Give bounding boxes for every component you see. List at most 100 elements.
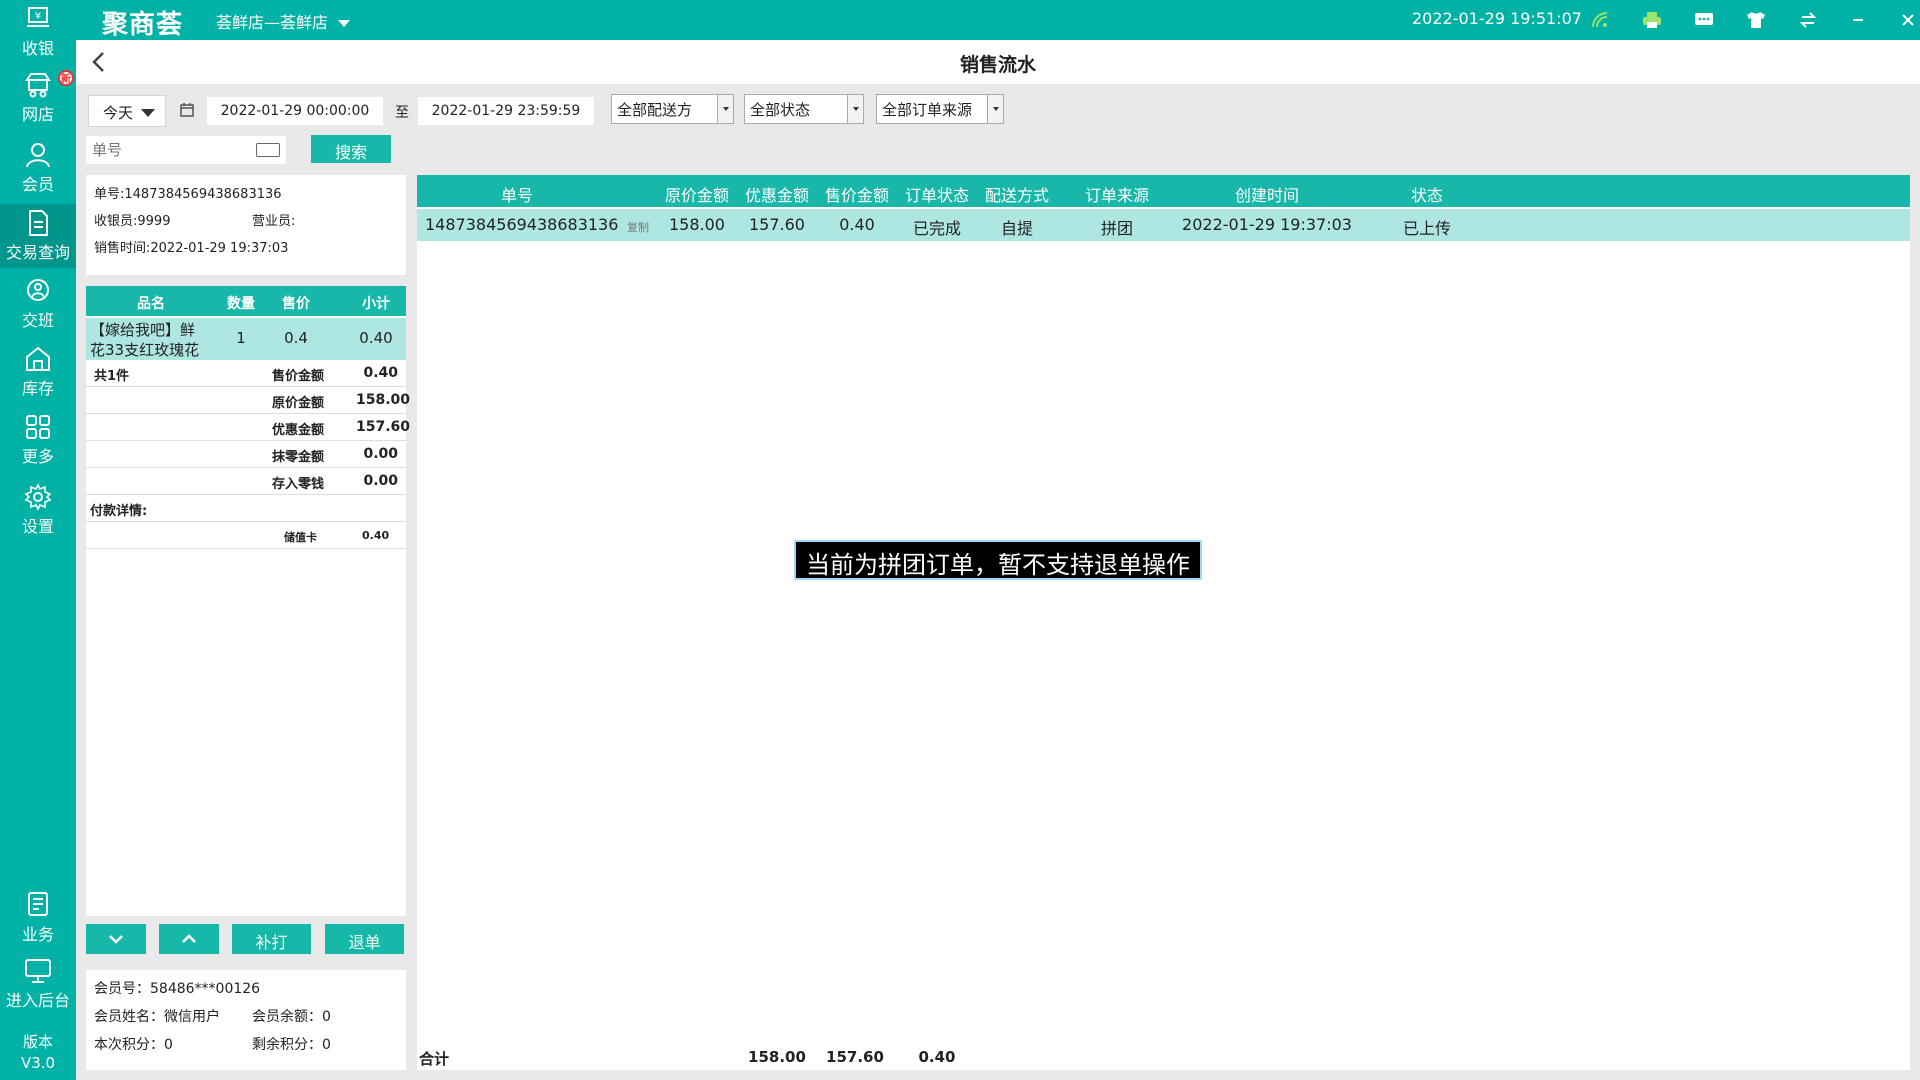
copy-link[interactable]: 复制 [623,219,653,235]
sidebar-item-transaction-query[interactable]: 交易查询 [0,204,76,268]
sidebar-item-label: 收银 [21,39,54,58]
toast-message: 当前为拼团订单，暂不支持退单操作 [794,540,1202,580]
store-selector[interactable]: 荟鲜店—荟鲜店 [216,9,351,33]
order-source-select[interactable]: 全部订单来源 [876,94,1004,124]
close-icon[interactable] [1896,8,1920,32]
skin-shirt-icon[interactable] [1744,8,1768,32]
shift-handover-icon [27,279,49,301]
delivery-method-value: 全部配送方 [617,101,693,119]
cell-order-no: 1487384569438683136 [425,215,619,234]
refund-button[interactable]: 退单 [325,924,404,954]
chevron-up-icon [182,934,196,943]
sidebar-item-label: 库存 [21,379,54,398]
payment-details-label: 付款详情: [90,504,148,519]
total-count: 共1件 [94,369,130,384]
payment-method: 储值卡 [284,531,317,544]
chevron-down-icon [338,20,351,27]
transaction-query-icon [29,210,48,236]
calendar-icon[interactable] [173,97,201,125]
summary-label: 原价金额 [272,396,325,411]
sidebar-item-member[interactable]: 会员 [0,136,76,200]
summary-row: 共1件 售价金额 0.40 [86,360,406,387]
member-name: 会员姓名：微信用户 [94,1009,220,1025]
sidebar-item-label: 更多 [21,447,54,466]
version-label: 版本 [22,1033,53,1051]
col-order-status: 订单状态 [904,186,969,205]
summary-value: 0.40 [363,365,398,381]
footer-discount: 157.60 [826,1048,884,1066]
sidebar-item-label: 进入后台 [5,991,70,1010]
page-up-button[interactable] [159,924,219,954]
backend-monitor-icon [25,959,51,983]
sales-table: 单号 原价金额 优惠金额 售价金额 订单状态 配送方式 订单来源 创建时间 状态… [417,175,1910,1070]
col-discount: 优惠金额 [744,186,809,205]
dropdown-arrow-icon [847,95,863,123]
order-info-panel: 单号:1487384569438683136 收银员:9999 营业员: 销售时… [86,175,406,275]
table-row[interactable]: 1487384569438683136 复制 158.00 157.60 0.4… [417,209,1910,241]
cell-created: 2022-01-29 19:37:03 [1182,215,1352,234]
member-icon [26,143,50,168]
sidebar-item-backend[interactable]: 进入后台 [0,952,76,1016]
message-icon[interactable] [1692,8,1716,32]
order-status-select[interactable]: 全部状态 [744,94,864,124]
sidebar-item-settings[interactable]: 设置 [0,478,76,542]
sidebar-item-label: 网店 [21,105,54,124]
reprint-button[interactable]: 补打 [232,924,311,954]
header-price: 售价 [282,296,310,312]
dropdown-arrow-icon [987,95,1003,123]
end-datetime-field[interactable]: 2022-01-29 23:59:59 [418,97,594,125]
points-this-time: 本次积分：0 [94,1037,173,1053]
summary-value: 157.60 [356,419,411,435]
detail-header: 品名 数量 售价 小计 [86,286,406,316]
table-footer: 合计 158.00 157.60 0.40 [417,1047,1910,1069]
points-remaining: 剩余积分：0 [252,1037,331,1053]
header-subtotal: 小计 [362,296,390,312]
payment-amount: 0.40 [362,529,390,542]
sidebar-item-more[interactable]: 更多 [0,408,76,472]
order-detail-panel: 品名 数量 售价 小计 【嫁给我吧】鲜 花33支红玫瑰花 1 0.4 0.40 … [86,286,411,916]
member-balance: 会员余额：0 [252,1009,331,1025]
search-button[interactable]: 搜索 [311,135,391,163]
summary-value: 158.00 [356,392,411,408]
inventory-icon [26,346,50,371]
cell-original: 158.00 [669,215,725,234]
cell-status: 已上传 [1402,219,1451,238]
summary-row: 优惠金额 157.60 [86,414,411,441]
printer-icon[interactable] [1640,8,1664,32]
summary-value: 0.00 [363,473,398,489]
sidebar-item-shift[interactable]: 交班 [0,272,76,336]
sidebar-item-label: 会员 [21,175,54,194]
start-datetime-field[interactable]: 2022-01-29 00:00:00 [207,97,383,125]
order-search-input[interactable] [92,136,252,164]
sidebar-item-cashier[interactable]: ¥ 收银 [0,0,76,64]
delivery-method-select[interactable]: 全部配送方 [611,94,734,124]
payment-label-row: 付款详情: [86,495,406,522]
minimize-icon[interactable] [1846,8,1870,32]
item-price: 0.4 [284,329,308,347]
footer-original: 158.00 [748,1048,806,1066]
network-signal-icon[interactable] [1588,8,1612,32]
order-number: 单号:1487384569438683136 [94,187,282,202]
switch-arrows-icon[interactable] [1796,8,1820,32]
footer-label: 合计 [419,1050,450,1068]
order-search-box [86,136,286,164]
dropdown-arrow-icon [717,95,733,123]
order-status-value: 全部状态 [750,101,811,119]
item-name-line2: 花33支红玫瑰花 [90,341,200,359]
date-preset-value: 今天 [103,104,134,122]
keyboard-icon[interactable] [256,143,280,157]
page-down-button[interactable] [86,924,146,954]
title-bar: 销售流水 [76,40,1920,84]
clerk: 营业员: [252,214,296,229]
sidebar-item-business[interactable]: 业务 [0,886,76,950]
detail-item-row[interactable]: 【嫁给我吧】鲜 花33支红玫瑰花 1 0.4 0.40 [86,318,406,360]
order-source-value: 全部订单来源 [882,101,973,119]
sidebar-item-label: 交班 [21,311,54,330]
summary-label: 优惠金额 [272,423,325,438]
sidebar-item-inventory[interactable]: 库存 [0,340,76,404]
date-preset-select[interactable]: 今天 [88,95,166,127]
cashier: 收银员:9999 [94,214,171,229]
sale-time: 销售时间:2022-01-29 19:37:03 [94,241,289,256]
summary-row: 抹零金额 0.00 [86,441,406,468]
sidebar: ¥ 收银 网店 新 会员 交易查询 交班 库存 更多 设置 业务 进入后台 版本… [0,0,76,1080]
